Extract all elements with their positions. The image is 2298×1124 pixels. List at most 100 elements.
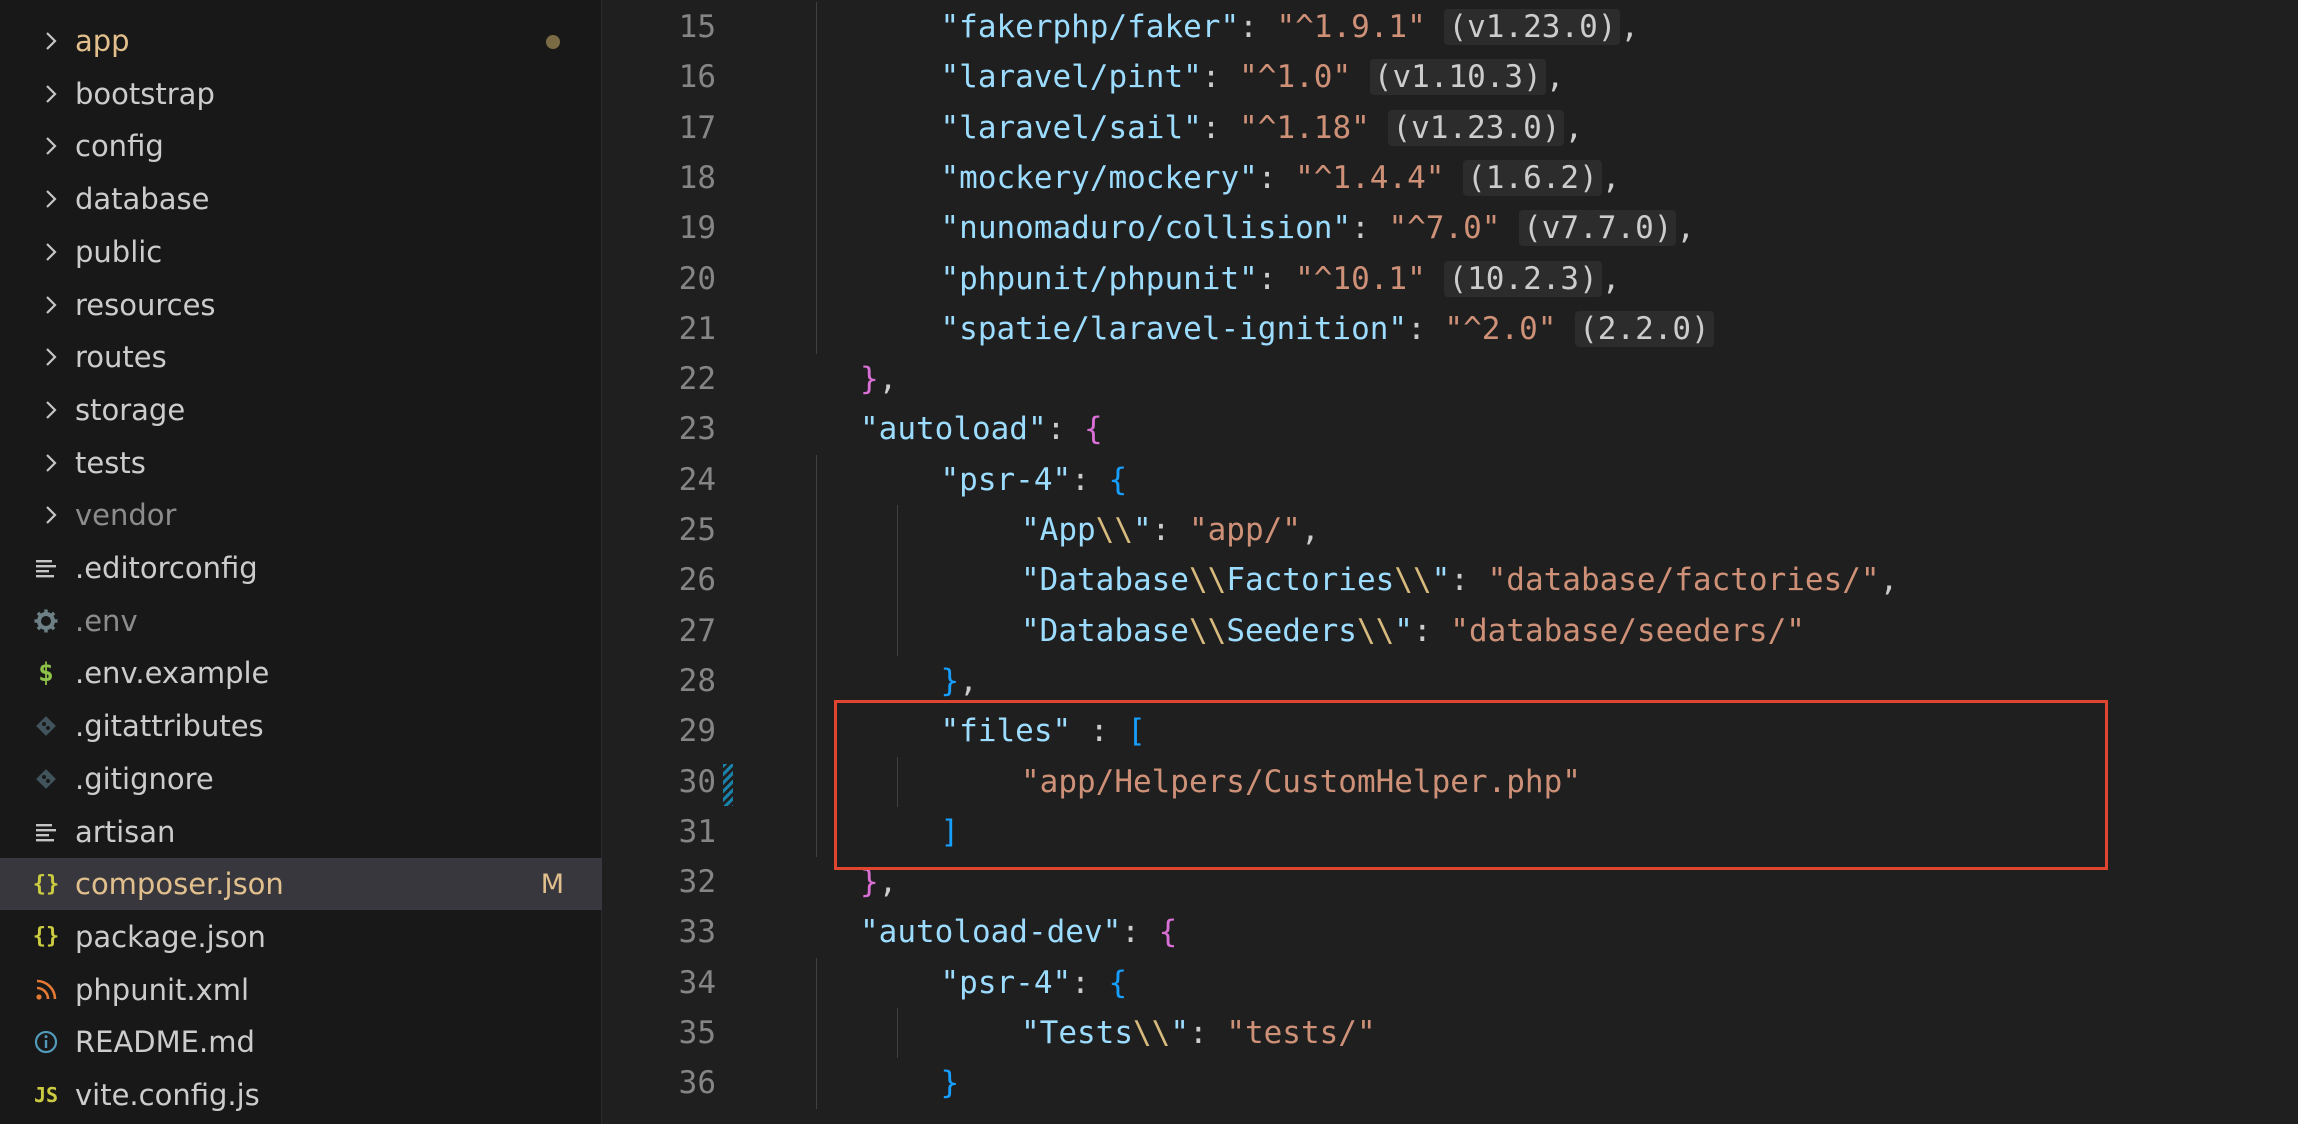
version-inlay-hint: (v1.10.3) xyxy=(1369,59,1546,96)
code-text: } xyxy=(941,1065,960,1101)
folder-item-public[interactable]: public xyxy=(0,226,602,278)
code-line: 33 "autoload-dev": { xyxy=(603,907,2298,957)
chevron-right-icon xyxy=(46,190,57,208)
tree-item-label: storage xyxy=(75,392,186,427)
code-token: "mockery/mockery" xyxy=(940,159,1258,196)
code-token: , xyxy=(1676,210,1696,247)
file-item-vite-config-js[interactable]: JS vite.config.js xyxy=(0,1069,602,1121)
code-token: } xyxy=(940,662,960,699)
code-text: "nunomaduro/collision": "^7.0" (v7.7.0), xyxy=(941,210,1696,247)
code-token: "psr-4" xyxy=(940,964,1072,1001)
line-number: 33 xyxy=(678,914,716,951)
code-token: , xyxy=(1300,512,1320,548)
files-highlight-box xyxy=(834,700,2108,870)
line-number: 19 xyxy=(678,210,716,247)
code-text: "laravel/sail": "^1.18" (v1.23.0), xyxy=(941,109,1584,146)
tree-item-label: bootstrap xyxy=(75,76,215,111)
version-inlay-hint: (2.2.0) xyxy=(1575,310,1714,347)
line-number: 20 xyxy=(678,260,716,297)
code-token: "App xyxy=(1021,512,1096,548)
code-text: }, xyxy=(941,663,978,699)
code-editor[interactable]: 15 "fakerphp/faker": "^1.9.1" (v1.23.0), 1… xyxy=(603,0,2298,1124)
code-line: 34 "psr-4": { xyxy=(603,958,2298,1008)
folder-item-vendor[interactable]: vendor xyxy=(0,489,602,541)
code-line: 22}, xyxy=(603,354,2298,404)
file-item-dot-env-example[interactable]: $ .env.example xyxy=(0,647,602,699)
braces-icon: {} xyxy=(32,871,60,897)
folder-item-routes[interactable]: routes xyxy=(0,331,602,383)
code-token: : xyxy=(1239,9,1277,45)
code-token: , xyxy=(1564,109,1584,146)
file-item-README-md[interactable]: README.md xyxy=(0,1016,602,1068)
tree-item-label: config xyxy=(75,129,164,164)
code-token: "autoload" xyxy=(860,411,1047,448)
file-explorer: app bootstrap config database public resource… xyxy=(0,0,602,1124)
code-token: \\ xyxy=(1356,612,1395,649)
folder-item-config[interactable]: config xyxy=(0,120,602,172)
modified-dot xyxy=(546,35,560,49)
file-item-package-json[interactable]: {} package.json xyxy=(0,911,602,963)
code-token: "Database xyxy=(1021,562,1189,599)
rss-icon xyxy=(28,964,64,1016)
code-text: "psr-4": { xyxy=(941,965,1128,1001)
code-token: "phpunit/phpunit" xyxy=(940,260,1258,297)
tree-item-label: routes xyxy=(75,340,167,375)
tree-item-label: .editorconfig xyxy=(75,551,258,585)
code-token: " xyxy=(1394,612,1413,649)
chevron-right-icon xyxy=(46,348,57,366)
folder-item-tests[interactable]: tests xyxy=(0,437,602,489)
code-line: 17 "laravel/sail": "^1.18" (v1.23.0), xyxy=(603,103,2298,153)
git-status-badge: M xyxy=(540,868,564,900)
code-token: , xyxy=(878,361,898,398)
file-item-dot-editorconfig[interactable]: .editorconfig xyxy=(0,542,602,594)
file-item-artisan[interactable]: artisan xyxy=(0,806,602,858)
chevron-right-icon xyxy=(46,506,57,525)
code-line: 35 "Tests\\": "tests/" xyxy=(603,1008,2298,1058)
chevron-right-icon xyxy=(46,401,57,419)
code-text: "Tests\\": "tests/" xyxy=(1021,1015,1376,1051)
folder-item-bootstrap[interactable]: bootstrap xyxy=(0,68,602,120)
code-token: Factories xyxy=(1226,562,1395,599)
file-item-dot-env[interactable]: .env xyxy=(0,595,602,647)
folder-item-storage[interactable]: storage xyxy=(0,384,602,436)
code-token: } xyxy=(940,1065,960,1102)
line-number: 25 xyxy=(678,512,716,548)
folder-item-database[interactable]: database xyxy=(0,173,602,225)
chevron-right-icon xyxy=(46,84,57,103)
code-token: : xyxy=(1071,964,1109,1001)
tree-item-label: vendor xyxy=(75,498,177,533)
file-item-dot-gitattributes[interactable]: .gitattributes xyxy=(0,700,602,752)
gear-icon xyxy=(28,595,64,647)
folder-item-app[interactable]: app xyxy=(0,15,602,67)
file-item-dot-gitignore[interactable]: .gitignore xyxy=(0,753,602,805)
code-text: "spatie/laravel-ignition": "^2.0" (2.2.0… xyxy=(941,310,1714,347)
code-token: Seeders xyxy=(1226,612,1357,649)
file-item-composer-json[interactable]: {} composer.json M xyxy=(0,858,602,911)
code-text: }, xyxy=(860,361,897,397)
code-token: { xyxy=(1158,914,1178,951)
code-token: "Tests xyxy=(1021,1015,1133,1051)
code-token: "tests/" xyxy=(1226,1015,1376,1051)
folder-item-resources[interactable]: resources xyxy=(0,279,602,331)
code-token: , xyxy=(1545,59,1565,96)
code-line: 26 "Database\\Factories\\": "database/fac… xyxy=(603,555,2298,605)
code-token: " xyxy=(1431,562,1451,599)
code-text: "psr-4": { xyxy=(941,462,1128,498)
code-token: , xyxy=(1601,159,1621,196)
code-token: : xyxy=(1257,260,1296,297)
code-token: , xyxy=(1620,9,1640,45)
code-line: 27 "Database\\Seeders\\": "database/seede… xyxy=(603,606,2298,656)
code-token: : xyxy=(1188,1015,1227,1051)
code-token: : xyxy=(1201,109,1240,146)
code-line: 20 "phpunit/phpunit": "^10.1" (10.2.3), xyxy=(603,254,2298,304)
tree-item-label: package.json xyxy=(75,919,266,954)
line-number: 29 xyxy=(678,713,716,750)
line-number: 28 xyxy=(678,662,716,699)
code-token: "^7.0" xyxy=(1388,210,1501,247)
code-token: : xyxy=(1151,512,1189,548)
code-token: } xyxy=(860,361,879,398)
file-item-phpunit-xml[interactable]: phpunit.xml xyxy=(0,964,602,1016)
